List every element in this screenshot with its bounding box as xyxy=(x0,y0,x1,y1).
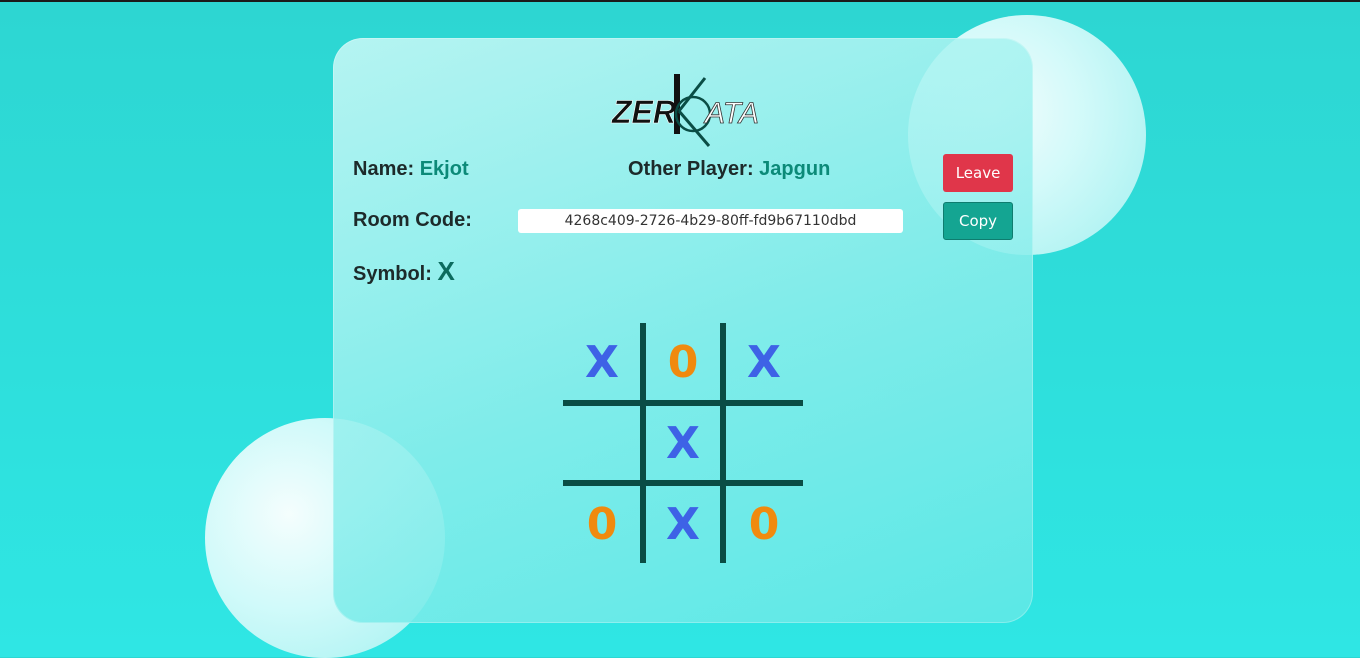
board-cell-1[interactable]: X xyxy=(563,323,641,401)
zerkata-logo: ZER ATA xyxy=(611,74,759,147)
board-cell-2[interactable]: 0 xyxy=(644,323,722,401)
logo-text-right: ATA xyxy=(703,97,759,130)
tic-tac-toe-board: X 0 X X 0 X 0 xyxy=(563,323,803,563)
board-cell-6[interactable] xyxy=(725,404,803,482)
window-top-border xyxy=(0,0,1360,2)
other-player-row: Other Player: Japgun xyxy=(628,158,830,181)
game-card: ZER ATA Name: Ekjot Other Player: Japgun… xyxy=(333,38,1033,623)
board-cell-8[interactable]: X xyxy=(644,485,722,563)
board-cell-9[interactable]: 0 xyxy=(725,485,803,563)
symbol-value: X xyxy=(437,256,455,286)
symbol-row: Symbol: X xyxy=(353,256,455,287)
board-cell-3[interactable]: X xyxy=(725,323,803,401)
logo-text-left: ZER xyxy=(611,94,676,130)
player-name-row: Name: Ekjot xyxy=(353,158,469,181)
other-player-label: Other Player: xyxy=(628,158,754,180)
other-player-value: Japgun xyxy=(759,158,831,180)
room-code-field[interactable] xyxy=(518,209,903,233)
room-code-label: Room Code: xyxy=(353,209,472,231)
symbol-label: Symbol: xyxy=(353,263,432,285)
board-cell-7[interactable]: 0 xyxy=(563,485,641,563)
board-cell-4[interactable] xyxy=(563,404,641,482)
copy-button[interactable]: Copy xyxy=(943,202,1013,240)
player-name-value: Ekjot xyxy=(419,158,469,180)
leave-button[interactable]: Leave xyxy=(943,154,1013,192)
board-cell-5[interactable]: X xyxy=(644,404,722,482)
player-name-label: Name: xyxy=(353,158,415,180)
